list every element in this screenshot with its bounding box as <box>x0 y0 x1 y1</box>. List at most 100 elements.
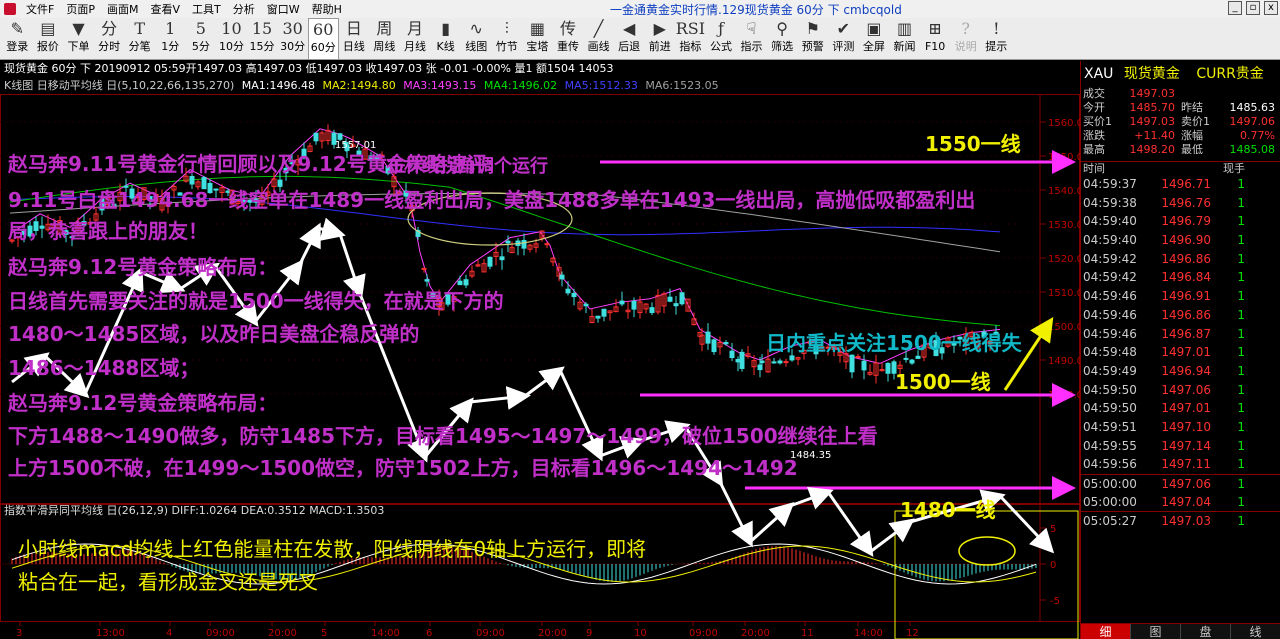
toolbar-button-1[interactable]: ▤ 报价 <box>33 18 64 60</box>
zigzag-segment <box>298 222 321 265</box>
toolbar-button-8[interactable]: 15 15分 <box>247 18 278 60</box>
tick-v: 1 <box>1237 345 1245 360</box>
tab-detail[interactable]: 细 <box>1081 624 1131 639</box>
zigzag-segment <box>358 293 430 463</box>
candle-body <box>63 230 69 235</box>
candle-body <box>619 300 625 305</box>
quote-v2: 1497.06 <box>1229 115 1276 128</box>
menu-tools[interactable]: 工具T <box>186 1 227 17</box>
toolbar-button-19[interactable]: ╱ 画线 <box>583 18 614 60</box>
toolbar-button-4[interactable]: T 分笔 <box>124 18 155 60</box>
zigzag-segment <box>909 489 1006 524</box>
minimize-button[interactable]: _ <box>1228 1 1242 15</box>
toolbar-label: 说明 <box>954 40 977 53</box>
tick-t: 04:59:56 <box>1083 457 1137 472</box>
zigzag-segment <box>83 266 144 395</box>
candle-body <box>939 347 945 354</box>
toolbar-button-30[interactable]: ⊞ F10 <box>920 18 951 60</box>
toolbar-button-21[interactable]: ▶ 前进 <box>644 18 675 60</box>
tab-book[interactable]: 盘 <box>1181 624 1231 639</box>
price-tick-label: 1520.00 <box>1048 254 1080 265</box>
tick-p: 1497.06 <box>1161 382 1211 397</box>
toolbar-button-12[interactable]: 周周线 <box>369 18 400 60</box>
toolbar-icon: ▤ <box>40 19 56 38</box>
tab-line[interactable]: 线 <box>1231 624 1280 639</box>
toolbar-button-29[interactable]: ▥ 新闻 <box>889 18 920 60</box>
toolbar-button-25[interactable]: ⚲ 筛选 <box>767 18 798 60</box>
tick-list[interactable]: 04:59:37 1496.71 1 04:59:38 1496.76 1 04:59:40… <box>1081 175 1280 530</box>
menu-help[interactable]: 帮助H <box>306 1 348 17</box>
toolbar-button-7[interactable]: 10 10分 <box>216 18 247 60</box>
toolbar-button-26[interactable]: ⚑ 预警 <box>797 18 828 60</box>
quote-row: 涨跌 +11.40 涨幅 0.77% <box>1081 129 1277 143</box>
toolbar-button-28[interactable]: ▣ 全屏 <box>859 18 890 60</box>
toolbar-button-3[interactable]: 分分时 <box>94 18 125 60</box>
maximize-button[interactable]: ▫ <box>1246 1 1260 15</box>
menu-file[interactable]: 文件F <box>20 1 60 17</box>
time-tick-label: 9 <box>586 628 592 639</box>
toolbar-icon: 日 <box>345 19 362 38</box>
menu-page[interactable]: 页面P <box>60 1 101 17</box>
toolbar-button-9[interactable]: 30 30分 <box>277 18 308 60</box>
close-button[interactable]: x <box>1264 1 1278 15</box>
tick-row: 04:59:46 1496.91 1 <box>1081 287 1280 306</box>
menu-analysis[interactable]: 分析 <box>227 1 261 17</box>
toolbar-button-17[interactable]: ▦ 宝塔 <box>522 18 553 60</box>
tick-t: 04:59:49 <box>1083 363 1137 378</box>
tick-t: 04:59:40 <box>1083 233 1137 248</box>
menu-screen[interactable]: 画面M <box>101 1 145 17</box>
toolbar-button-20[interactable]: ◀ 后退 <box>614 18 645 60</box>
quote-header: XAU 现货黄金 CURR贵金 <box>1081 61 1280 87</box>
toolbar-button-11[interactable]: 日日线 <box>339 18 370 60</box>
toolbar-button-24[interactable]: ☟ 指示 <box>736 18 767 60</box>
candle-body <box>885 363 891 374</box>
toolbar-button-5[interactable]: 1 1分 <box>155 18 186 60</box>
macd-header: 指数平滑异同平均线 日(26,12,9) DIFF:1.0264 DEA:0.3… <box>4 503 384 517</box>
candle-body <box>583 303 589 307</box>
tick-v: 1 <box>1237 307 1245 322</box>
toolbar-button-32[interactable]: ! 提示 <box>981 18 1012 60</box>
toolbar-label: 预警 <box>801 40 824 53</box>
tick-t: 04:59:40 <box>1083 214 1137 229</box>
tick-p: 1497.14 <box>1161 438 1211 453</box>
toolbar-icon: 月 <box>407 19 424 38</box>
toolbar-label: 竹节 <box>495 40 518 53</box>
toolbar-button-16[interactable]: ⫶ 竹节 <box>492 18 523 60</box>
tick-t: 04:59:48 <box>1083 345 1137 360</box>
toolbar-button-31[interactable]: ? 说明 <box>950 18 981 60</box>
toolbar-button-0[interactable]: ✎ 登录 <box>2 18 33 60</box>
toolbar-icon: 1 <box>165 19 176 38</box>
candle-body <box>69 236 75 239</box>
tick-header: 时间 现手 <box>1081 161 1280 175</box>
toolbar-label: 新闻 <box>893 40 916 53</box>
toolbar-button-15[interactable]: ∿ 线图 <box>461 18 492 60</box>
tick-p: 1496.94 <box>1161 363 1211 378</box>
toolbar-button-18[interactable]: 传重传 <box>553 18 584 60</box>
toolbar-button-13[interactable]: 月月线 <box>400 18 431 60</box>
toolbar-button-10[interactable]: 60 60分 <box>307 18 339 60</box>
kline-chart[interactable]: 1560.001550.001540.001530.001520.001510.… <box>0 94 1080 639</box>
toolbar-label: 15分 <box>249 40 275 53</box>
toolbar-button-22[interactable]: RSI 指标 <box>675 18 706 60</box>
toolbar-button-27[interactable]: ✔ 评测 <box>828 18 859 60</box>
toolbar-button-23[interactable]: ƒ 公式 <box>706 18 737 60</box>
time-tick-label: 13:00 <box>96 628 125 639</box>
zigzag-segment <box>683 425 724 488</box>
tick-t: 04:59:46 <box>1083 289 1137 304</box>
toolbar-label: 筛选 <box>771 40 794 53</box>
toolbar-icon: ▦ <box>529 19 545 38</box>
zigzag-segment <box>253 259 304 323</box>
tick-v: 1 <box>1237 214 1245 229</box>
menu-view[interactable]: 查看V <box>144 1 186 17</box>
menu-window[interactable]: 窗口W <box>261 1 306 17</box>
toolbar-label: 60分 <box>310 41 336 54</box>
candle-body <box>903 357 909 360</box>
toolbar-button-2[interactable]: ▼ 下单 <box>63 18 94 60</box>
tick-t: 04:59:50 <box>1083 401 1137 416</box>
quote-v2: 1485.08 <box>1229 143 1276 156</box>
toolbar-button-14[interactable]: ▮ K线 <box>430 18 461 60</box>
candle-body <box>147 196 153 200</box>
toolbar-button-6[interactable]: 5 5分 <box>186 18 217 60</box>
candle-body <box>81 221 87 226</box>
tab-chart[interactable]: 图 <box>1131 624 1181 639</box>
